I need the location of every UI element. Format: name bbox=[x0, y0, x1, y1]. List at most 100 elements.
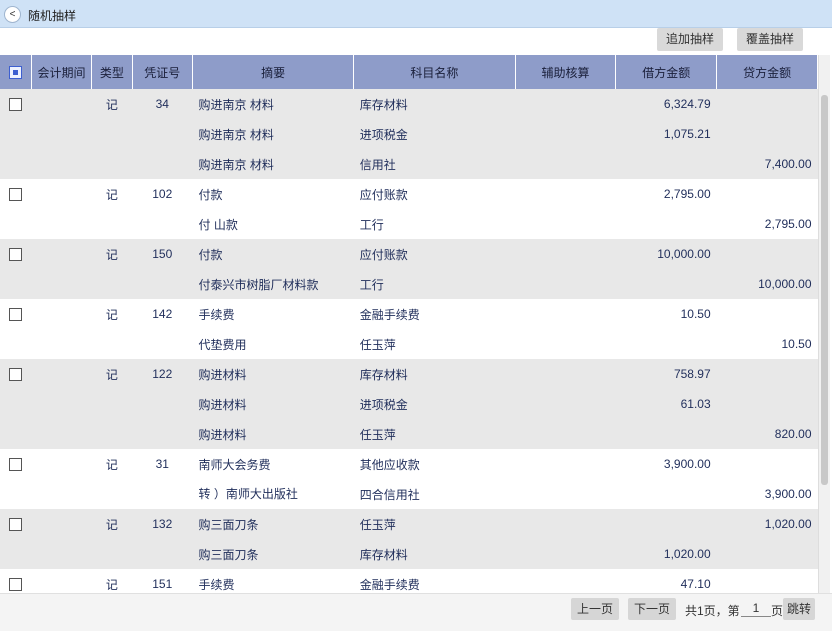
table-row[interactable]: 记 150 付款 应付账款 10,000.00 bbox=[0, 239, 818, 269]
table-row[interactable]: 代垫费用 任玉萍 10.50 bbox=[0, 329, 818, 359]
aux-cell bbox=[515, 449, 616, 479]
back-button[interactable]: < bbox=[4, 6, 21, 23]
voucher-cell: 102 bbox=[152, 187, 173, 201]
row-select-cell bbox=[0, 179, 31, 209]
row-select-cell bbox=[0, 479, 31, 509]
column-header-summary[interactable]: 摘要 bbox=[192, 55, 355, 89]
column-header-debit[interactable]: 借方金额 bbox=[615, 55, 718, 89]
cover-sampling-button[interactable]: 覆盖抽样 bbox=[737, 28, 804, 51]
table-row[interactable]: 购进材料 进项税金 61.03 bbox=[0, 389, 818, 419]
account-cell: 任玉萍 bbox=[353, 419, 516, 449]
table-row[interactable]: 购进南京 材料 进项税金 1,075.21 bbox=[0, 119, 818, 149]
period-cell bbox=[31, 569, 91, 593]
page-number-input[interactable] bbox=[741, 599, 771, 617]
append-sampling-button[interactable]: 追加抽样 bbox=[657, 28, 724, 51]
voucher-cell bbox=[132, 329, 192, 359]
debit-cell: 1,075.21 bbox=[615, 119, 717, 149]
table-row[interactable]: 付 山款 工行 2,795.00 bbox=[0, 209, 818, 239]
vertical-scrollbar[interactable] bbox=[818, 55, 830, 593]
table-row[interactable]: 记 132 购三面刀条 任玉萍 1,020.00 bbox=[0, 509, 818, 539]
account-cell: 库存材料 bbox=[353, 359, 516, 389]
summary-cell: 购三面刀条 bbox=[192, 509, 354, 539]
back-arrow-icon: < bbox=[9, 9, 16, 20]
table-body: 记 34 购进南京 材料 库存材料 6,324.79 购进南京 材料 进项税金 1,075.2… bbox=[0, 89, 818, 593]
period-cell bbox=[31, 239, 92, 269]
table-row[interactable]: 购三面刀条 库存材料 1,020.00 bbox=[0, 539, 818, 569]
summary-cell: 付 山款 bbox=[198, 217, 238, 232]
row-checkbox[interactable] bbox=[9, 248, 23, 262]
type-cell: 记 bbox=[105, 307, 118, 322]
table-row[interactable]: 记 122 购进材料 库存材料 758.97 bbox=[0, 359, 818, 389]
scrollbar-thumb[interactable] bbox=[821, 95, 828, 485]
next-page-button[interactable]: 下一页 bbox=[628, 598, 677, 620]
debit-cell bbox=[615, 509, 717, 539]
aux-cell bbox=[515, 119, 616, 149]
period-cell bbox=[31, 299, 91, 329]
row-select-cell bbox=[0, 209, 31, 239]
period-cell bbox=[31, 149, 92, 179]
column-header-credit[interactable]: 贷方金额 bbox=[716, 55, 818, 89]
table-row[interactable]: 购进材料 任玉萍 820.00 bbox=[0, 419, 818, 449]
type-cell bbox=[91, 149, 133, 179]
summary-cell: 手续费 bbox=[198, 577, 235, 592]
column-header-period[interactable]: 会计期间 bbox=[31, 55, 93, 89]
summary-cell: 代垫费用 bbox=[198, 337, 247, 352]
type-cell bbox=[92, 329, 132, 359]
table-row[interactable]: 转 ）南师大出版社 四合信用社 3,900.00 bbox=[0, 479, 818, 509]
period-cell bbox=[31, 89, 92, 119]
select-all-checkbox[interactable] bbox=[8, 66, 22, 80]
summary-cell: 南师大会务费 bbox=[198, 457, 271, 472]
row-checkbox[interactable] bbox=[9, 98, 23, 112]
column-header-account[interactable]: 科目名称 bbox=[353, 55, 516, 89]
row-checkbox[interactable] bbox=[9, 518, 23, 532]
table-row[interactable]: 购进南京 材料 信用社 7,400.00 bbox=[0, 149, 818, 179]
row-checkbox[interactable] bbox=[9, 308, 23, 322]
account-cell: 库存材料 bbox=[353, 539, 516, 569]
account-cell: 应付账款 bbox=[359, 187, 408, 202]
debit-cell: 3,900.00 bbox=[663, 457, 711, 471]
aux-cell bbox=[515, 269, 616, 299]
aux-cell bbox=[515, 239, 616, 269]
aux-cell bbox=[515, 89, 616, 119]
debit-cell bbox=[615, 149, 717, 179]
debit-cell: 10.50 bbox=[680, 307, 711, 321]
credit-cell bbox=[716, 359, 818, 389]
prev-page-button[interactable]: 上一页 bbox=[571, 598, 620, 620]
table-row[interactable]: 记 34 购进南京 材料 库存材料 6,324.79 bbox=[0, 89, 818, 119]
type-cell: 记 bbox=[91, 239, 133, 269]
row-checkbox[interactable] bbox=[9, 458, 23, 472]
row-select-cell bbox=[0, 539, 32, 569]
table-row[interactable]: 记 31 南师大会务费 其他应收款 3,900.00 bbox=[0, 449, 818, 479]
credit-cell bbox=[716, 119, 818, 149]
period-cell bbox=[31, 539, 92, 569]
type-cell bbox=[91, 269, 133, 299]
table-header: 会计期间 类型 凭证号 摘要 科目名称 辅助核算 借方金额 贷方金额 bbox=[0, 55, 818, 89]
row-checkbox[interactable] bbox=[9, 578, 23, 592]
summary-cell: 手续费 bbox=[198, 307, 235, 322]
column-header-voucher[interactable]: 凭证号 bbox=[132, 55, 193, 89]
row-select-cell bbox=[0, 269, 32, 299]
voucher-cell: 31 bbox=[155, 457, 169, 471]
table-row[interactable]: 记 151 手续费 金融手续费 47.10 bbox=[0, 569, 818, 593]
debit-cell: 10,000.00 bbox=[615, 239, 717, 269]
voucher-cell: 150 bbox=[132, 239, 193, 269]
account-cell: 任玉萍 bbox=[359, 337, 396, 352]
account-cell: 金融手续费 bbox=[359, 577, 420, 592]
row-checkbox[interactable] bbox=[9, 368, 23, 382]
table-row[interactable]: 记 142 手续费 金融手续费 10.50 bbox=[0, 299, 818, 329]
period-cell bbox=[31, 269, 92, 299]
page-title: 随机抽样 bbox=[28, 9, 77, 23]
period-cell bbox=[31, 419, 92, 449]
row-checkbox[interactable] bbox=[9, 188, 23, 202]
table-row[interactable]: 记 102 付款 应付账款 2,795.00 bbox=[0, 179, 818, 209]
credit-cell bbox=[717, 569, 818, 593]
jump-button[interactable]: 跳转 bbox=[783, 598, 816, 620]
column-header-type[interactable]: 类型 bbox=[91, 55, 133, 89]
period-cell bbox=[31, 449, 91, 479]
aux-cell bbox=[515, 479, 616, 509]
debit-cell bbox=[615, 269, 717, 299]
table-row[interactable]: 付泰兴市树脂厂材料款 工行 10,000.00 bbox=[0, 269, 818, 299]
credit-cell bbox=[717, 179, 818, 209]
credit-cell: 3,900.00 bbox=[764, 487, 812, 501]
column-header-aux[interactable]: 辅助核算 bbox=[515, 55, 617, 89]
